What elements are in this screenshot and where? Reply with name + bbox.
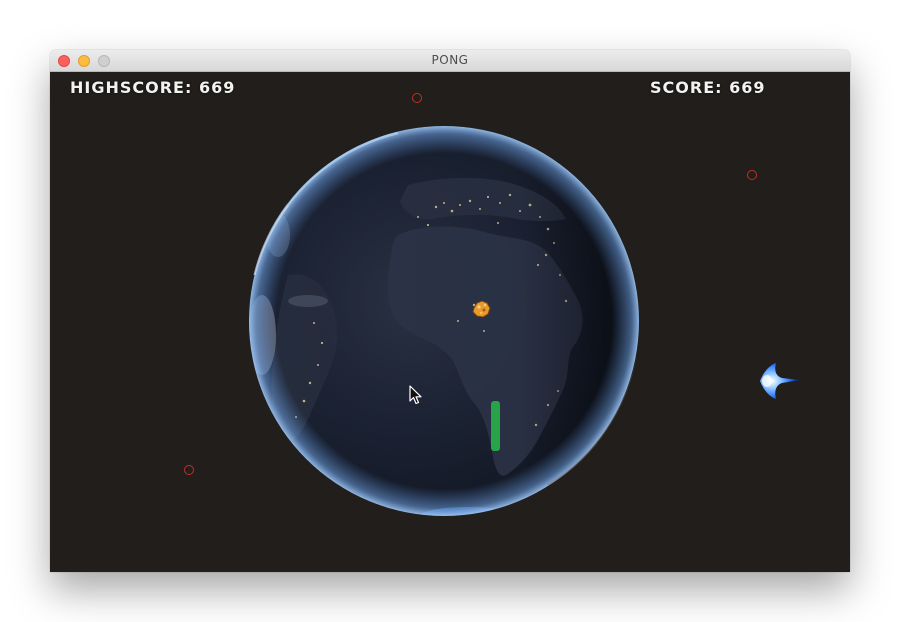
window-title: PONG	[431, 53, 469, 67]
target-ring-bottom-left	[184, 465, 194, 475]
rock-ball	[472, 300, 491, 318]
earth-planet	[249, 126, 639, 516]
game-window: PONG HIGHSCORE: 669 SCORE: 669	[50, 50, 850, 572]
target-ring-right	[747, 170, 757, 180]
mouse-cursor-icon	[409, 385, 422, 405]
window-titlebar[interactable]: PONG	[50, 50, 850, 72]
target-ring-top	[412, 93, 422, 103]
player-paddle[interactable]	[491, 401, 500, 451]
highscore-label: HIGHSCORE: 669	[70, 78, 236, 97]
score-label: SCORE: 669	[650, 78, 766, 97]
blue-starship	[760, 363, 800, 399]
game-canvas[interactable]: HIGHSCORE: 669 SCORE: 669	[50, 72, 850, 572]
